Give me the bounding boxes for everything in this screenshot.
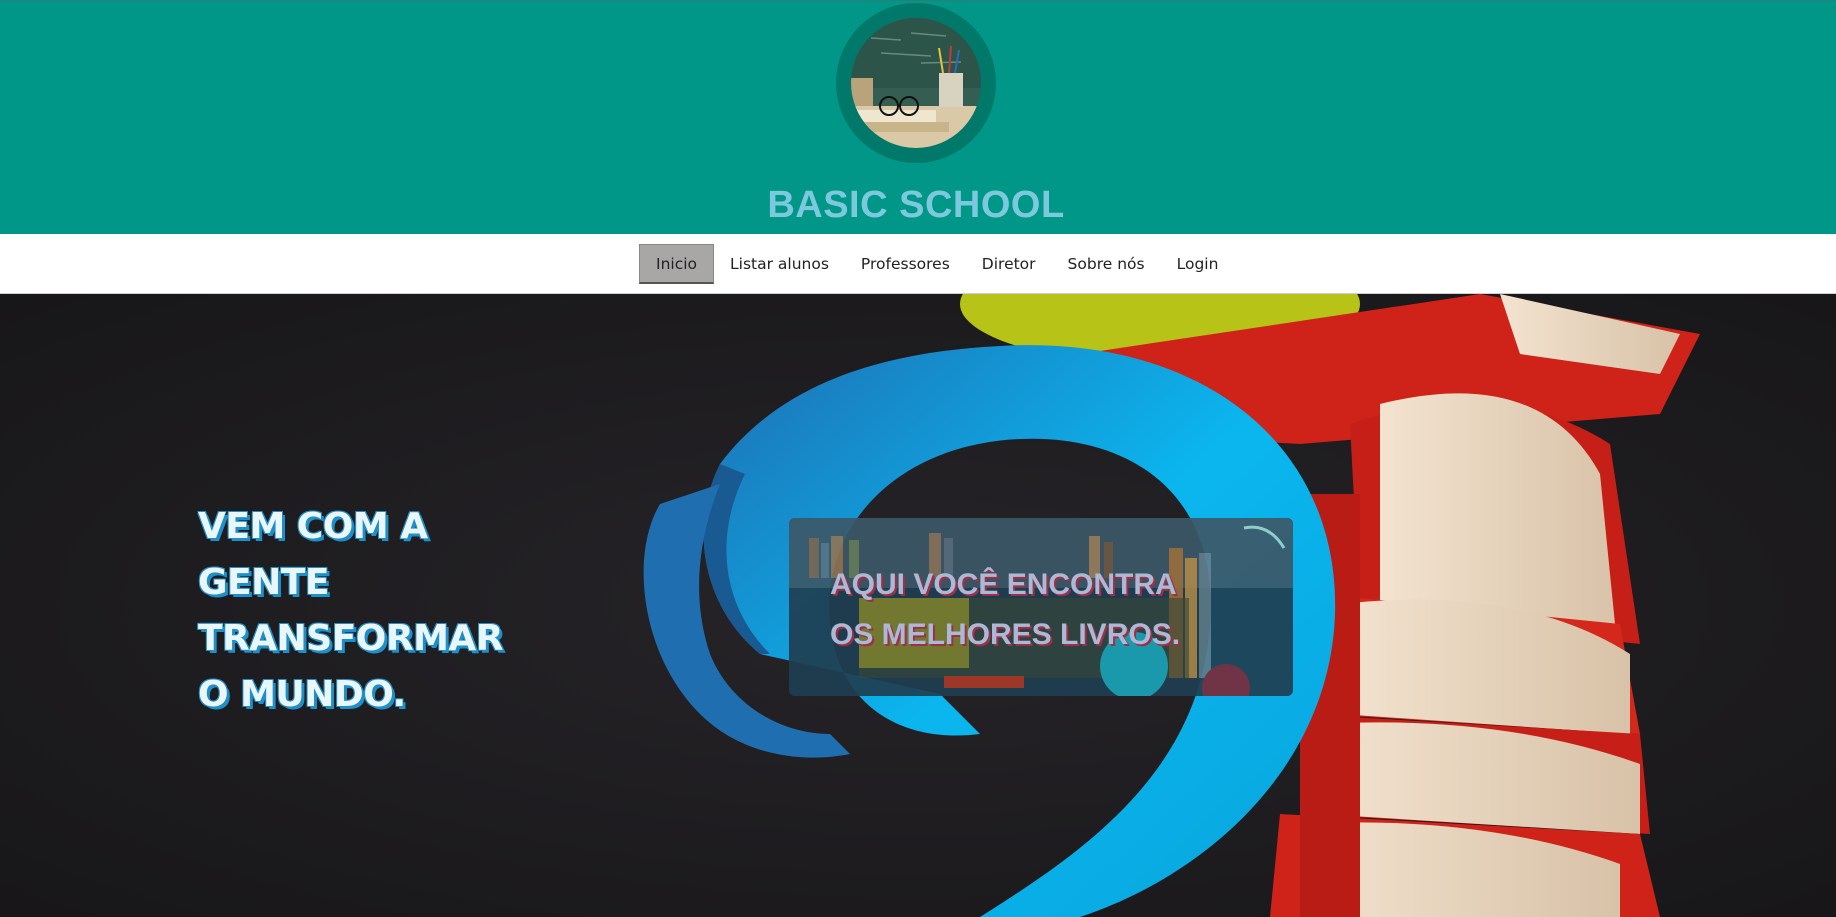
nav-item-login[interactable]: Login bbox=[1161, 244, 1235, 284]
school-desk-logo-icon bbox=[851, 18, 981, 148]
hero-headline: VEM COM A GENTE TRANSFORMAR O MUNDO. bbox=[198, 499, 518, 723]
hero-headline-line: TRANSFORMAR bbox=[198, 618, 504, 659]
promo-text-line: AQUI VOCÊ ENCONTRA bbox=[830, 568, 1177, 601]
hero-headline-line: GENTE bbox=[198, 562, 329, 603]
promo-text: AQUI VOCÊ ENCONTRA OS MELHORES LIVROS. bbox=[830, 560, 1180, 660]
hero-headline-line: O MUNDO. bbox=[198, 674, 406, 715]
hero-banner: VEM COM A GENTE TRANSFORMAR O MUNDO. AQU… bbox=[0, 294, 1836, 917]
logo[interactable] bbox=[836, 3, 996, 163]
site-header: BASIC SCHOOL bbox=[0, 0, 1836, 234]
nav-item-diretor[interactable]: Diretor bbox=[966, 244, 1052, 284]
main-nav: Inicio Listar alunos Professores Diretor… bbox=[0, 234, 1836, 294]
nav-item-inicio[interactable]: Inicio bbox=[639, 244, 715, 284]
nav-list: Inicio Listar alunos Professores Diretor… bbox=[639, 244, 1234, 284]
hero-headline-line: VEM COM A bbox=[198, 506, 428, 547]
site-title: BASIC SCHOOL bbox=[767, 184, 1065, 226]
nav-item-professores[interactable]: Professores bbox=[845, 244, 966, 284]
library-promo-card[interactable]: AQUI VOCÊ ENCONTRA OS MELHORES LIVROS. bbox=[789, 518, 1293, 696]
nav-item-listar-alunos[interactable]: Listar alunos bbox=[714, 244, 845, 284]
nav-item-sobre-nos[interactable]: Sobre nós bbox=[1052, 244, 1161, 284]
promo-text-line: OS MELHORES LIVROS. bbox=[830, 618, 1181, 651]
